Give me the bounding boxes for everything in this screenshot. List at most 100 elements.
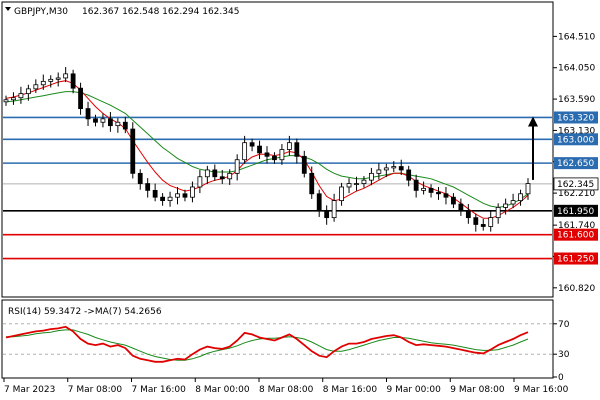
candle-body: [480, 224, 486, 227]
candle-body: [346, 183, 352, 188]
level-label: 163.320: [557, 113, 594, 123]
time-tick-label: 9 Mar 08:00: [450, 385, 505, 395]
candle-body: [406, 169, 412, 181]
candle-body: [354, 183, 359, 185]
candle-body: [473, 217, 479, 225]
price-panel: GBPJPY,M30 162.367 162.548 162.294 162.3…: [1, 1, 554, 298]
candle-body: [40, 80, 46, 86]
level-label: 161.250: [557, 255, 594, 265]
candle-body: [301, 155, 307, 174]
candle-body: [413, 179, 419, 191]
candle-body: [242, 142, 248, 161]
candle-body: [100, 118, 106, 123]
level-label: 161.950: [557, 207, 594, 217]
candle-body: [234, 159, 240, 174]
candle-body: [421, 187, 427, 191]
time-tick-label: 7 Mar 16:00: [132, 385, 187, 395]
time-tick-label: 8 Mar 00:00: [195, 385, 250, 395]
candle-body: [55, 77, 61, 80]
candle-body: [63, 73, 69, 79]
candle-body: [212, 169, 218, 178]
trading-chart: GBPJPY,M30 162.367 162.548 162.294 162.3…: [1, 1, 599, 395]
price-tick-label: 164.050: [558, 64, 595, 74]
candle-body: [197, 176, 203, 188]
candle-body: [368, 172, 374, 181]
time-tick-label: 9 Mar 16:00: [514, 385, 569, 395]
candle: [130, 122, 136, 179]
candle-body: [33, 84, 39, 90]
candle-body: [518, 193, 523, 202]
level-label: 161.600: [557, 231, 594, 241]
candle-body: [443, 193, 449, 198]
candle-body: [525, 183, 531, 195]
candle-body: [272, 155, 277, 161]
candle-body: [510, 200, 516, 205]
candle-body: [316, 193, 322, 212]
candle-body: [331, 200, 337, 219]
candle-body: [339, 186, 344, 202]
candle-body: [70, 73, 76, 89]
rsi-panel: RSI(14) 59.3472 ->MA(7) 54.2656: [1, 299, 554, 379]
candle-body: [78, 87, 83, 110]
candle-body: [279, 149, 285, 161]
header-ohlc: 162.367 162.548 162.294 162.345: [82, 7, 239, 17]
header-symbol: GBPJPY,M30: [14, 7, 68, 17]
price-tick-label: 164.510: [558, 32, 595, 42]
rsi-label: RSI(14) 59.3472 ->MA(7) 54.2656: [8, 307, 162, 317]
candle-body: [204, 169, 210, 178]
time-tick-label: 9 Mar 00:00: [387, 385, 442, 395]
candle-body: [495, 207, 501, 219]
candle-body: [361, 179, 367, 184]
candle-body: [3, 99, 9, 103]
price-tick-label: 160.820: [558, 284, 595, 294]
candle-body: [294, 142, 300, 157]
price-tick-label: 162.210: [558, 189, 595, 199]
candle-body: [145, 183, 151, 191]
candle-body: [115, 121, 121, 127]
candle-body: [458, 203, 464, 212]
candle-body: [18, 93, 24, 99]
candle-body: [137, 172, 143, 184]
price-tick-label: 163.590: [558, 95, 595, 105]
candle-body: [376, 169, 382, 174]
level-label: 162.650: [557, 159, 594, 169]
rsi-tick-label: 70: [558, 320, 570, 330]
time-tick-label: 7 Mar 2023: [4, 385, 55, 395]
candle-body: [175, 193, 180, 198]
candle-body: [465, 210, 471, 219]
candle-body: [219, 176, 225, 180]
candle-body: [190, 186, 195, 198]
candle-body: [249, 142, 255, 147]
candle-body: [383, 167, 389, 171]
candle-body: [11, 97, 16, 101]
price-panel-frame: [1, 1, 554, 298]
candle-body: [503, 203, 509, 208]
candle-body: [391, 166, 397, 169]
candle-body: [257, 145, 262, 154]
candle-body: [451, 196, 456, 205]
candle-body: [264, 152, 270, 157]
candle-body: [130, 128, 136, 174]
candle-body: [309, 172, 315, 195]
candle-body: [108, 118, 113, 127]
candle-body: [182, 193, 188, 198]
candle-body: [25, 88, 31, 95]
candle-body: [93, 118, 98, 123]
candle-body: [227, 172, 233, 180]
time-tick-label: 7 Mar 08:00: [68, 385, 123, 395]
candle-body: [160, 196, 166, 202]
candle-body: [436, 192, 441, 195]
candle-body: [324, 210, 330, 219]
current-price-label: 162.345: [557, 180, 594, 190]
candle-body: [48, 78, 54, 82]
time-tick-label: 8 Mar 08:00: [259, 385, 314, 395]
candle-body: [122, 121, 128, 130]
level-label: 163.000: [557, 135, 594, 145]
time-axis: 7 Mar 2023 7 Mar 08:00 7 Mar 16:00 8 Mar 00…: [3, 378, 569, 395]
candle-body: [286, 142, 292, 150]
candle-body: [488, 217, 494, 227]
candle-body: [428, 187, 434, 193]
candle-body: [167, 196, 173, 202]
candle-body: [85, 108, 91, 120]
rsi-tick-label: 30: [558, 350, 570, 360]
